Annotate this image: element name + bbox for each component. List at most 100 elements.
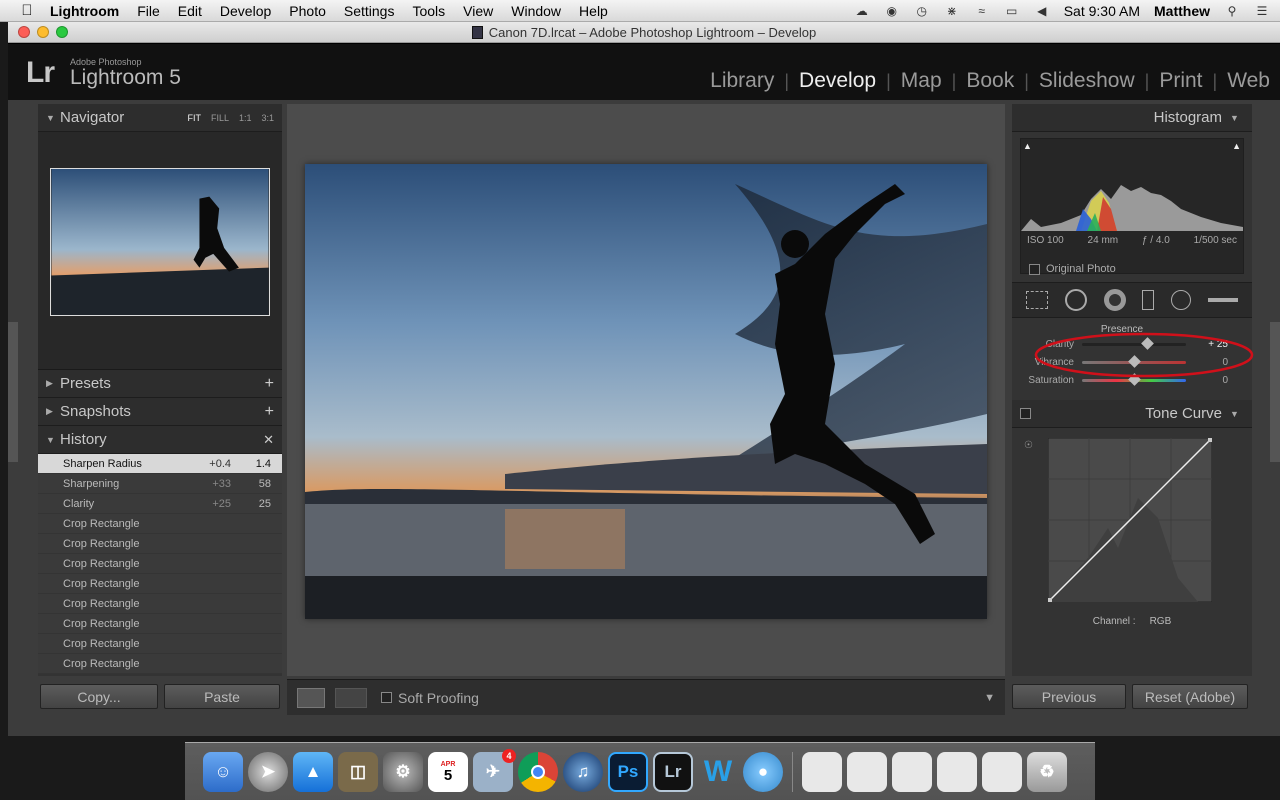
highlight-clipping-icon[interactable]: ▲	[1232, 141, 1241, 151]
add-snapshot-icon[interactable]: +	[265, 403, 274, 421]
history-row[interactable]: Sharpen Radius +0.4 1.4	[38, 454, 282, 474]
photoshop-icon[interactable]: Ps	[608, 751, 648, 792]
menu-edit[interactable]: Edit	[178, 3, 202, 19]
navigator-preview[interactable]	[38, 132, 282, 370]
menu-photo[interactable]: Photo	[289, 3, 326, 19]
shadow-clipping-icon[interactable]: ▲	[1023, 141, 1032, 151]
radial-filter-icon[interactable]	[1170, 290, 1191, 310]
histogram-header[interactable]: Histogram ▼	[1012, 104, 1252, 132]
reset-adobe-button[interactable]: Reset (Adobe)	[1132, 684, 1248, 709]
module-print[interactable]: Print	[1149, 69, 1212, 93]
paste-button[interactable]: Paste	[164, 684, 280, 709]
module-slideshow[interactable]: Slideshow	[1029, 69, 1145, 93]
history-row[interactable]: Crop Rectangle	[38, 534, 282, 554]
previous-button[interactable]: Previous	[1012, 684, 1126, 709]
calendar-icon[interactable]: APR 5	[428, 751, 468, 792]
menu-tools[interactable]: Tools	[412, 3, 445, 19]
right-panel-collapse-handle[interactable]	[1270, 322, 1280, 462]
system-preferences-icon[interactable]: ⚙	[383, 751, 423, 792]
history-row[interactable]: Crop Rectangle	[38, 654, 282, 674]
module-book[interactable]: Book	[956, 69, 1024, 93]
document-window-icon[interactable]	[937, 751, 977, 792]
history-row[interactable]: Crop Rectangle	[38, 574, 282, 594]
wifi-icon[interactable]: ≈	[974, 4, 990, 18]
menu-develop[interactable]: Develop	[220, 3, 271, 19]
menu-settings[interactable]: Settings	[344, 3, 395, 19]
chrome-icon[interactable]	[518, 751, 558, 792]
tone-curve-header[interactable]: Tone Curve ▼	[1012, 400, 1252, 428]
adjustment-brush-icon[interactable]	[1207, 298, 1238, 302]
notification-center-icon[interactable]: ☰	[1254, 4, 1270, 18]
zoom-1-1[interactable]: 1:1	[239, 113, 252, 123]
menu-app[interactable]: Lightroom	[50, 3, 119, 19]
history-row[interactable]: Crop Rectangle	[38, 614, 282, 634]
history-row[interactable]: Crop Rectangle	[38, 594, 282, 614]
red-eye-icon[interactable]	[1103, 289, 1126, 311]
trash-icon[interactable]: ♻	[1027, 751, 1067, 792]
loupe-view-icon[interactable]	[297, 687, 325, 708]
battery-icon[interactable]: ▭	[1004, 4, 1020, 18]
zoom-3-1[interactable]: 3:1	[261, 113, 274, 123]
menubar-clock[interactable]: Sat 9:30 AM	[1064, 3, 1140, 19]
creative-cloud-icon[interactable]: ◉	[884, 4, 900, 18]
before-after-view-icon[interactable]	[335, 687, 367, 708]
history-header[interactable]: ▼ History ✕	[38, 426, 282, 454]
history-row[interactable]: Crop Rectangle	[38, 554, 282, 574]
spotlight-search-icon[interactable]: ⚲	[1224, 4, 1240, 18]
navigator-thumbnail[interactable]	[50, 168, 270, 316]
finder-icon[interactable]: ☺	[203, 751, 243, 792]
snapshots-header[interactable]: ▶ Snapshots +	[38, 398, 282, 426]
minimize-window-button[interactable]	[37, 26, 49, 38]
targeted-adjustment-icon[interactable]: ☉	[1024, 440, 1033, 451]
module-develop[interactable]: Develop	[789, 69, 886, 93]
tone-curve-graph[interactable]	[1048, 438, 1212, 602]
menu-view[interactable]: View	[463, 3, 493, 19]
lightroom-icon[interactable]: Lr	[653, 751, 693, 792]
soft-proofing-checkbox[interactable]	[381, 692, 392, 703]
toolbar-menu-chevron-icon[interactable]: ▼	[984, 692, 995, 704]
document-window-icon[interactable]	[847, 751, 887, 792]
add-preset-icon[interactable]: +	[265, 375, 274, 393]
graduated-filter-icon[interactable]	[1142, 290, 1155, 310]
presets-header[interactable]: ▶ Presets +	[38, 370, 282, 398]
word-icon[interactable]: W	[698, 752, 738, 792]
app-store-icon[interactable]: ▲	[293, 751, 333, 792]
channel-select[interactable]: RGB	[1150, 616, 1172, 627]
left-panel-collapse-handle[interactable]	[8, 322, 18, 462]
expand-triangle-icon[interactable]: ▶	[46, 406, 60, 417]
time-machine-icon[interactable]: ◷	[914, 4, 930, 18]
module-library[interactable]: Library	[700, 69, 784, 93]
collapse-triangle-icon[interactable]: ▼	[46, 113, 60, 123]
zoom-fill[interactable]: FILL	[211, 113, 229, 123]
document-window-icon[interactable]	[982, 751, 1022, 792]
module-web[interactable]: Web	[1217, 69, 1280, 93]
itunes-icon[interactable]: ♫	[563, 751, 603, 792]
document-window-icon[interactable]	[802, 751, 842, 792]
collapse-triangle-icon[interactable]: ▼	[1230, 409, 1244, 419]
module-map[interactable]: Map	[891, 69, 952, 93]
messages-icon[interactable]: ●	[743, 751, 783, 792]
crop-tool-icon[interactable]	[1026, 291, 1049, 309]
menu-file[interactable]: File	[137, 3, 160, 19]
history-row[interactable]: Sharpening +33 58	[38, 474, 282, 494]
history-row[interactable]: Clarity +25 25	[38, 494, 282, 514]
cloud-icon[interactable]: ☁	[854, 4, 870, 18]
history-row[interactable]: Crop Rectangle	[38, 514, 282, 534]
launchpad-icon[interactable]: ➤	[248, 751, 288, 792]
navigator-header[interactable]: ▼ Navigator FIT FILL 1:1 3:1	[38, 104, 282, 132]
close-window-button[interactable]	[18, 26, 30, 38]
spot-removal-icon[interactable]	[1064, 289, 1087, 311]
collapse-triangle-icon[interactable]: ▼	[1230, 113, 1244, 123]
image-capture-icon[interactable]: ◫	[338, 751, 378, 792]
original-photo-toggle[interactable]: Original Photo	[1021, 255, 1124, 275]
original-photo-checkbox[interactable]	[1029, 263, 1040, 275]
copy-button[interactable]: Copy...	[40, 684, 158, 709]
menubar-user[interactable]: Matthew	[1154, 3, 1210, 19]
collapse-triangle-icon[interactable]: ▼	[46, 435, 60, 445]
volume-icon[interactable]: ◀	[1034, 4, 1050, 18]
menu-window[interactable]: Window	[511, 3, 561, 19]
document-window-icon[interactable]	[892, 751, 932, 792]
history-row[interactable]: Crop Rectangle	[38, 634, 282, 654]
tone-curve-enable-switch[interactable]	[1020, 408, 1031, 419]
mail-icon[interactable]: ✈ 4	[473, 748, 516, 792]
